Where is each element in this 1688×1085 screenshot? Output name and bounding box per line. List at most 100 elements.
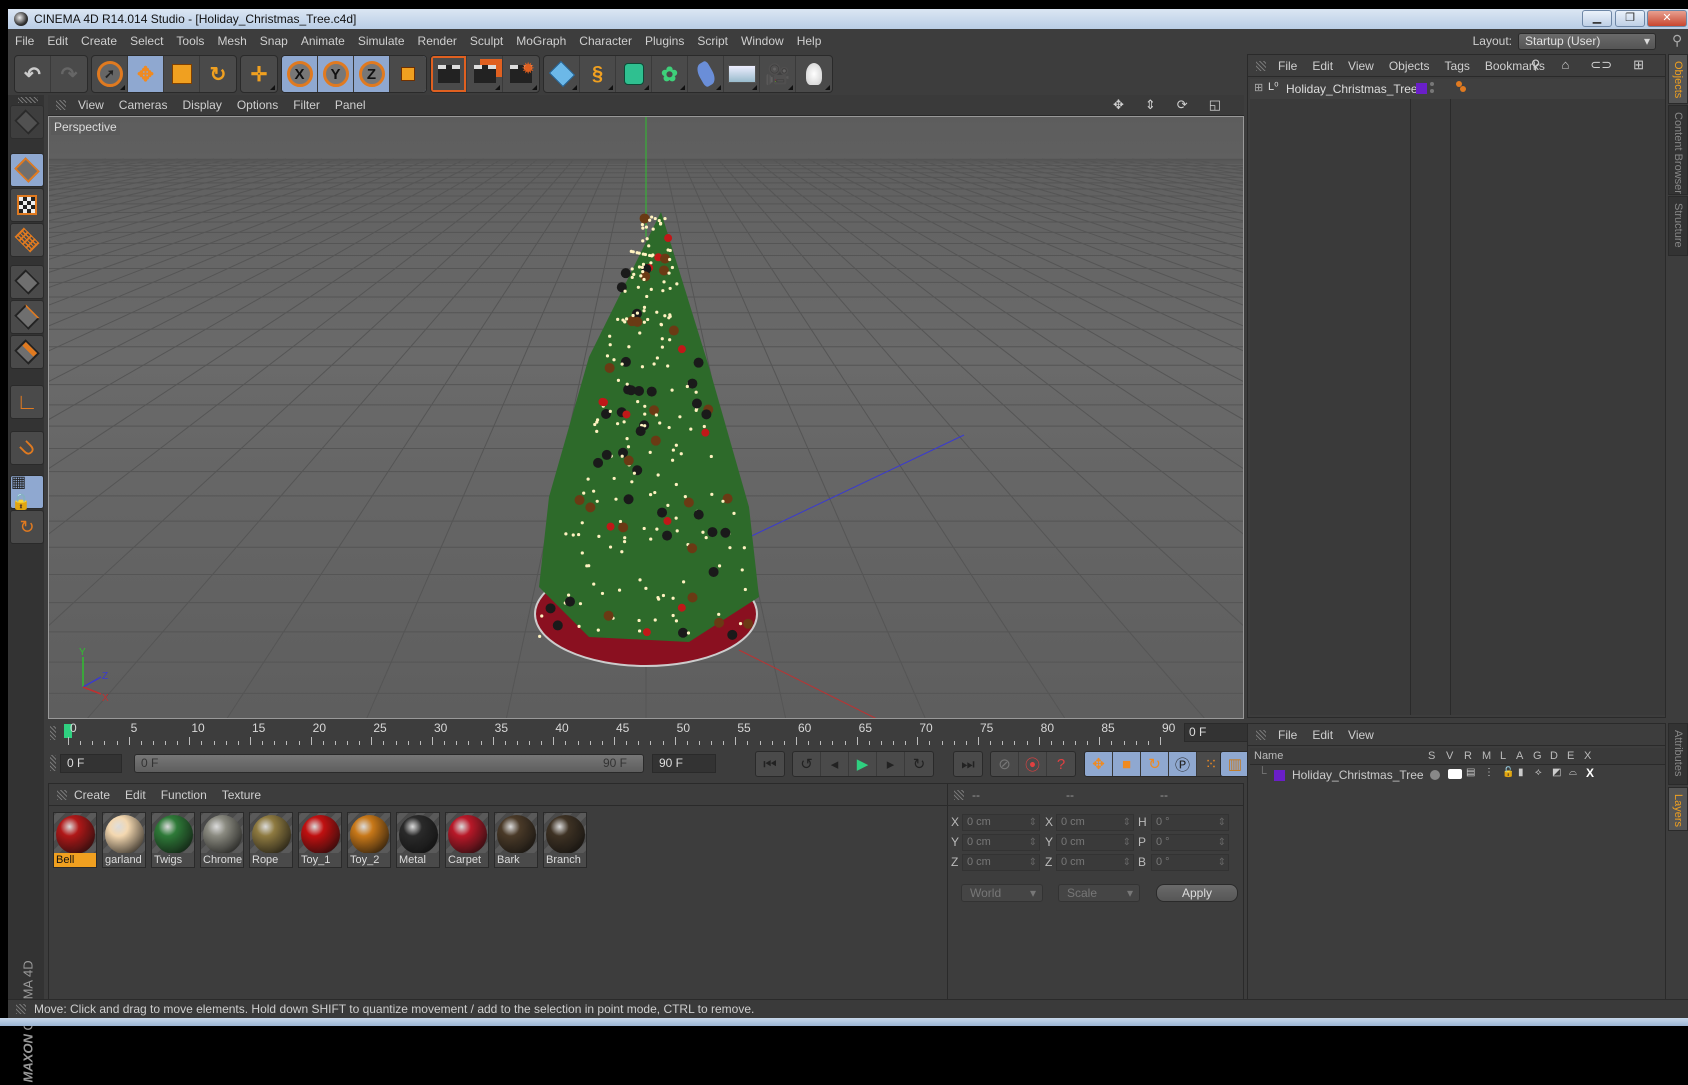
menu-tools[interactable]: Tools xyxy=(176,34,204,48)
object-name[interactable]: Holiday_Christmas_Tree xyxy=(1286,82,1418,96)
menu-file[interactable]: File xyxy=(15,34,34,48)
menu-simulate[interactable]: Simulate xyxy=(358,34,405,48)
expand-icon[interactable]: ⊞ xyxy=(1254,81,1263,94)
viewport-menu-cameras[interactable]: Cameras xyxy=(119,98,168,112)
tab-attributes[interactable]: Attributes xyxy=(1668,723,1688,785)
cube-icon[interactable] xyxy=(544,56,580,92)
expressions-toggle-icon[interactable]: ⌓ xyxy=(1569,767,1577,778)
link-icon[interactable]: ⊂⊃ xyxy=(1590,57,1612,73)
texture-mode-icon[interactable] xyxy=(10,188,44,222)
coord-value-field[interactable]: 0 cm xyxy=(962,854,1040,871)
recent-tool-icon[interactable]: ✛ xyxy=(241,56,277,92)
z-axis-lock-icon[interactable]: Z xyxy=(354,56,390,92)
3d-viewport[interactable]: Y Z X Perspective xyxy=(48,116,1244,719)
menu-select[interactable]: Select xyxy=(130,34,163,48)
previous-frame-icon[interactable]: ◂ xyxy=(821,752,849,776)
edges-mode-icon[interactable] xyxy=(10,300,44,334)
tab-structure[interactable]: Structure xyxy=(1668,196,1688,256)
record-icon[interactable]: ⦿ xyxy=(1019,752,1047,776)
magnet-icon[interactable]: ∪ xyxy=(10,431,44,465)
material-swatch[interactable]: Carpet xyxy=(445,812,489,868)
viewport-menu-filter[interactable]: Filter xyxy=(293,98,320,112)
frame-range-slider[interactable]: 0 F 90 F xyxy=(134,754,644,773)
menu-create[interactable]: Create xyxy=(81,34,117,48)
material-name[interactable]: Carpet xyxy=(446,853,488,867)
material-swatch[interactable]: Chrome xyxy=(200,812,244,868)
menu-mograph[interactable]: MoGraph xyxy=(516,34,566,48)
coord-value-field[interactable]: 0 cm xyxy=(962,814,1040,831)
end-frame-field[interactable]: 90 F xyxy=(652,754,716,773)
menu-plugins[interactable]: Plugins xyxy=(645,34,684,48)
objects-menu-view[interactable]: View xyxy=(1348,59,1374,73)
rotate-icon[interactable]: ↻ xyxy=(200,56,236,92)
close-button[interactable]: ✕ xyxy=(1647,10,1687,27)
layer-column-header[interactable]: V xyxy=(1446,750,1453,762)
material-swatch[interactable]: Toy_2 xyxy=(347,812,391,868)
menu-window[interactable]: Window xyxy=(741,34,784,48)
viewport-menu-view[interactable]: View xyxy=(78,98,104,112)
objects-menu-edit[interactable]: Edit xyxy=(1312,59,1333,73)
snap-rotate-icon[interactable]: ↻ xyxy=(10,510,44,544)
snap-lock-icon[interactable]: ▦🔒 xyxy=(10,474,44,511)
coord-value-field[interactable]: 0 cm xyxy=(1056,814,1134,831)
objects-menu-tags[interactable]: Tags xyxy=(1445,59,1470,73)
layer-color-swatch[interactable] xyxy=(1274,770,1285,781)
layer-column-header[interactable]: A xyxy=(1516,750,1523,762)
go-to-start-icon[interactable]: ⏮ xyxy=(756,752,784,776)
material-name[interactable]: Bark xyxy=(495,853,537,867)
y-axis-lock-icon[interactable]: Y xyxy=(318,56,354,92)
menu-sculpt[interactable]: Sculpt xyxy=(470,34,503,48)
viewport-menu-options[interactable]: Options xyxy=(237,98,278,112)
viewport-menu-panel[interactable]: Panel xyxy=(335,98,366,112)
spline-icon[interactable]: § xyxy=(580,56,616,92)
next-frame-icon[interactable]: ▸ xyxy=(877,752,905,776)
apply-button[interactable]: Apply xyxy=(1156,884,1238,902)
menu-snap[interactable]: Snap xyxy=(260,34,288,48)
x-axis-lock-icon[interactable]: X xyxy=(282,56,318,92)
render-region-icon[interactable] xyxy=(467,56,503,92)
menu-help[interactable]: Help xyxy=(797,34,822,48)
layer-column-header[interactable]: D xyxy=(1550,750,1558,762)
layers-menu-file[interactable]: File xyxy=(1278,728,1297,742)
menu-script[interactable]: Script xyxy=(697,34,728,48)
material-name[interactable]: Toy_1 xyxy=(299,853,341,867)
timeline-icon[interactable]: ▥ xyxy=(1221,752,1249,776)
home-icon[interactable]: ⌂ xyxy=(1561,57,1569,73)
new-view-icon[interactable]: ⊞ xyxy=(1633,57,1644,73)
material-swatch[interactable]: Toy_1 xyxy=(298,812,342,868)
material-swatch[interactable]: Bark xyxy=(494,812,538,868)
start-frame-field[interactable]: 0 F xyxy=(60,754,122,773)
points-mode-icon[interactable] xyxy=(10,265,44,299)
timeline-ruler[interactable]: 0 5 10 15 20 25 30 35 40 45 50 55 60 65 70 75 80 85 90 xyxy=(48,720,1178,745)
render-view-icon[interactable] xyxy=(431,56,467,92)
layer-column-header[interactable]: X xyxy=(1584,750,1591,762)
coordinate-mode-dropdown[interactable]: Scale xyxy=(1058,884,1140,902)
move-icon[interactable]: ✥ xyxy=(128,56,164,92)
manager-toggle-icon[interactable]: ⋮ xyxy=(1484,767,1494,778)
menu-render[interactable]: Render xyxy=(418,34,457,48)
material-swatch[interactable]: garland xyxy=(102,812,146,868)
play-icon[interactable]: ▶ xyxy=(849,752,877,776)
menu-character[interactable]: Character xyxy=(579,34,632,48)
keyframe-help-icon[interactable]: ? xyxy=(1047,752,1075,776)
xref-toggle-icon[interactable]: X xyxy=(1586,766,1594,780)
previous-key-icon[interactable]: ↺ xyxy=(793,752,821,776)
undo-icon[interactable]: ↶ xyxy=(15,56,51,92)
view-toggle-icon[interactable] xyxy=(1448,769,1462,779)
key-parameter-icon[interactable]: Ⓟ xyxy=(1169,752,1197,776)
material-name[interactable]: garland xyxy=(103,853,145,867)
material-menu-texture[interactable]: Texture xyxy=(222,788,261,802)
autokey-icon[interactable]: ⊘ xyxy=(991,752,1019,776)
layer-row[interactable]: └ Holiday_Christmas_Tree ▤ ⋮ 🔓 ▮ ⟡ ◩ ⌓ X xyxy=(1250,766,1665,784)
material-menu-function[interactable]: Function xyxy=(161,788,207,802)
menu-edit[interactable]: Edit xyxy=(47,34,68,48)
material-name[interactable]: Metal xyxy=(397,853,439,867)
objects-menu-file[interactable]: File xyxy=(1278,59,1297,73)
next-key-icon[interactable]: ↻ xyxy=(905,752,933,776)
current-frame-field[interactable]: 0 F xyxy=(1184,723,1250,742)
material-name[interactable]: Rope xyxy=(250,853,292,867)
object-row[interactable]: ⊞ L⁰ Holiday_Christmas_Tree xyxy=(1250,79,1665,99)
layer-column-header[interactable]: L xyxy=(1500,750,1506,762)
camera-label[interactable]: Perspective xyxy=(51,119,120,135)
key-scale-icon[interactable]: ■ xyxy=(1113,752,1141,776)
